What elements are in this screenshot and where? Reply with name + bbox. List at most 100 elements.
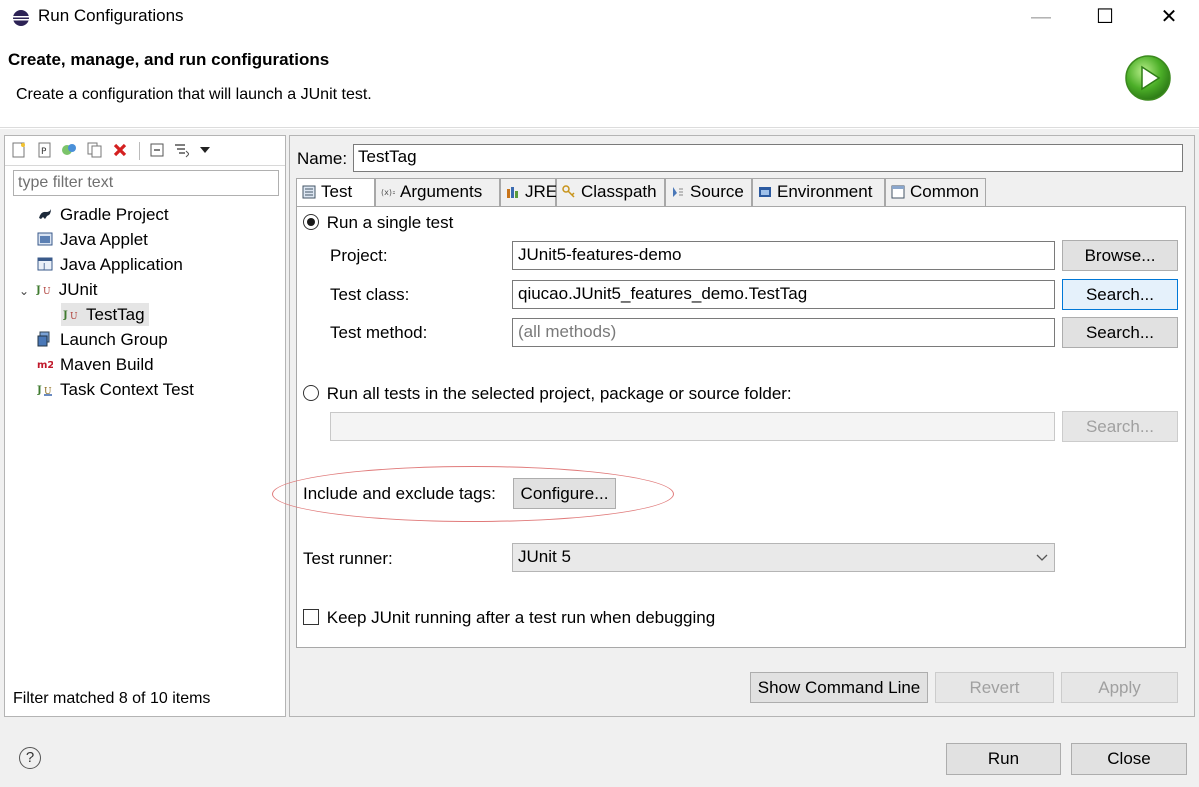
- export-config-icon[interactable]: [61, 142, 77, 158]
- maven-icon: m2: [37, 360, 53, 371]
- collapse-all-icon[interactable]: [149, 142, 165, 158]
- new-prototype-icon[interactable]: P: [37, 142, 53, 158]
- highlight-ellipse: [272, 466, 674, 522]
- configuration-tree: Gradle Project Java Applet J Java Applica…: [13, 202, 283, 402]
- tab-jre[interactable]: JRE: [500, 178, 557, 206]
- eclipse-icon: [13, 10, 29, 26]
- tab-common[interactable]: Common: [885, 178, 986, 206]
- container-field[interactable]: [330, 412, 1055, 441]
- test-runner-label: Test runner:: [303, 549, 393, 568]
- tree-item-label: Java Applet: [60, 230, 148, 249]
- tree-item-gradle-project[interactable]: Gradle Project: [13, 202, 283, 227]
- close-button[interactable]: Close: [1071, 743, 1187, 775]
- test-class-field[interactable]: qiucao.JUnit5_features_demo.TestTag: [512, 280, 1055, 309]
- close-window-button[interactable]: ✕: [1146, 4, 1192, 30]
- name-label: Name:: [297, 149, 348, 168]
- header-title: Create, manage, and run configurations: [8, 50, 330, 69]
- show-command-line-button[interactable]: Show Command Line: [750, 672, 928, 703]
- keep-running-checkbox[interactable]: Keep JUnit running after a test run when…: [303, 608, 715, 628]
- revert-button[interactable]: Revert: [935, 672, 1054, 703]
- launch-group-icon: [37, 331, 50, 347]
- test-method-field[interactable]: (all methods): [512, 318, 1055, 347]
- tab-test[interactable]: Test: [296, 178, 375, 207]
- tree-item-launch-group[interactable]: Launch Group: [13, 327, 283, 352]
- tree-item-testtag[interactable]: J U TestTag: [13, 302, 283, 327]
- gradle-icon: [39, 209, 51, 219]
- test-tab-panel: Run a single test Project: JUnit5-featur…: [296, 206, 1186, 648]
- dialog-header: Create, manage, and run configurations C…: [0, 34, 1199, 128]
- tree-item-label: Gradle Project: [60, 205, 169, 224]
- test-method-label: Test method:: [330, 323, 428, 342]
- task-context-icon: JU: [37, 385, 52, 397]
- chevron-down-icon[interactable]: ⌄: [19, 279, 31, 304]
- toolbar-separator: [139, 142, 140, 160]
- test-runner-select[interactable]: JUnit 5: [512, 543, 1055, 572]
- svg-text:U: U: [43, 287, 51, 297]
- jre-icon: [507, 187, 518, 198]
- all-tests-radio[interactable]: Run all tests in the selected project, p…: [303, 384, 792, 404]
- search-class-button[interactable]: Search...: [1062, 279, 1178, 310]
- common-icon: [891, 185, 905, 199]
- tree-item-maven-build[interactable]: m2 Maven Build: [13, 352, 283, 377]
- junit-icon: JU: [63, 310, 78, 322]
- radio-selected[interactable]: [303, 214, 319, 230]
- svg-text:P: P: [41, 147, 47, 157]
- browse-button[interactable]: Browse...: [1062, 240, 1178, 271]
- chevron-down-icon: [1036, 554, 1048, 561]
- filter-input[interactable]: [13, 170, 279, 196]
- chevron-down-icon[interactable]: [197, 142, 213, 158]
- new-config-icon[interactable]: [11, 142, 27, 158]
- minimize-button[interactable]: —: [1018, 4, 1064, 30]
- tree-item-label: Task Context Test: [60, 380, 194, 399]
- test-class-label: Test class:: [330, 285, 410, 304]
- tab-source[interactable]: Source: [665, 178, 752, 206]
- tab-arguments[interactable]: (x)= Arguments: [375, 178, 500, 206]
- java-application-icon: J: [37, 257, 53, 271]
- checkbox[interactable]: [303, 609, 319, 625]
- configuration-list-pane: P Gradle Project Java Applet J Java Appli…: [4, 135, 286, 717]
- apply-button[interactable]: Apply: [1061, 672, 1178, 703]
- tree-item-java-application[interactable]: J Java Application: [13, 252, 283, 277]
- duplicate-icon[interactable]: [87, 142, 103, 158]
- maximize-button[interactable]: ☐: [1082, 4, 1128, 30]
- java-applet-icon: [37, 232, 53, 246]
- project-field[interactable]: JUnit5-features-demo: [512, 241, 1055, 270]
- svg-text:U: U: [70, 312, 78, 322]
- svg-text:J: J: [42, 262, 45, 271]
- single-test-radio[interactable]: Run a single test: [303, 213, 453, 233]
- configuration-editor: Name: TestTag Test (x)= Arguments JRE Cl…: [289, 135, 1195, 717]
- run-icon: [1125, 55, 1171, 101]
- tab-environment[interactable]: Environment: [752, 178, 885, 206]
- header-description: Create a configuration that will launch …: [16, 86, 372, 103]
- svg-text:(x)=: (x)=: [381, 188, 395, 197]
- tree-item-label: Java Application: [60, 255, 183, 274]
- search-method-button[interactable]: Search...: [1062, 317, 1178, 348]
- tree-item-label: Maven Build: [60, 355, 154, 374]
- svg-text:J: J: [63, 310, 68, 321]
- help-icon[interactable]: ?: [19, 747, 41, 769]
- tree-item-junit[interactable]: ⌄ J U JUnit: [13, 277, 283, 302]
- delete-icon[interactable]: [112, 142, 128, 158]
- configuration-toolbar: P: [5, 136, 285, 166]
- title-bar: Run Configurations — ☐ ✕: [0, 0, 1199, 34]
- classpath-icon: [562, 185, 575, 198]
- test-tab-icon: [302, 185, 316, 199]
- tab-bar: Test (x)= Arguments JRE Classpath Source…: [296, 178, 1186, 207]
- name-input[interactable]: TestTag: [353, 144, 1183, 172]
- search-container-button[interactable]: Search...: [1062, 411, 1178, 442]
- tree-item-label: Launch Group: [60, 330, 168, 349]
- run-button[interactable]: Run: [946, 743, 1061, 775]
- svg-text:m2: m2: [37, 360, 53, 371]
- tree-item-task-context-test[interactable]: J U Task Context Test: [13, 377, 283, 402]
- filter-icon[interactable]: [173, 142, 189, 158]
- tree-item-label: JUnit: [58, 280, 98, 299]
- svg-text:J: J: [36, 285, 41, 296]
- arguments-icon: (x)=: [381, 188, 395, 197]
- tree-item-java-applet[interactable]: Java Applet: [13, 227, 283, 252]
- tab-classpath[interactable]: Classpath: [556, 178, 665, 206]
- source-icon: [673, 187, 683, 197]
- filter-status: Filter matched 8 of 10 items: [13, 690, 211, 707]
- svg-text:J: J: [37, 385, 42, 396]
- radio-unselected[interactable]: [303, 385, 319, 401]
- junit-icon: JU: [36, 285, 51, 297]
